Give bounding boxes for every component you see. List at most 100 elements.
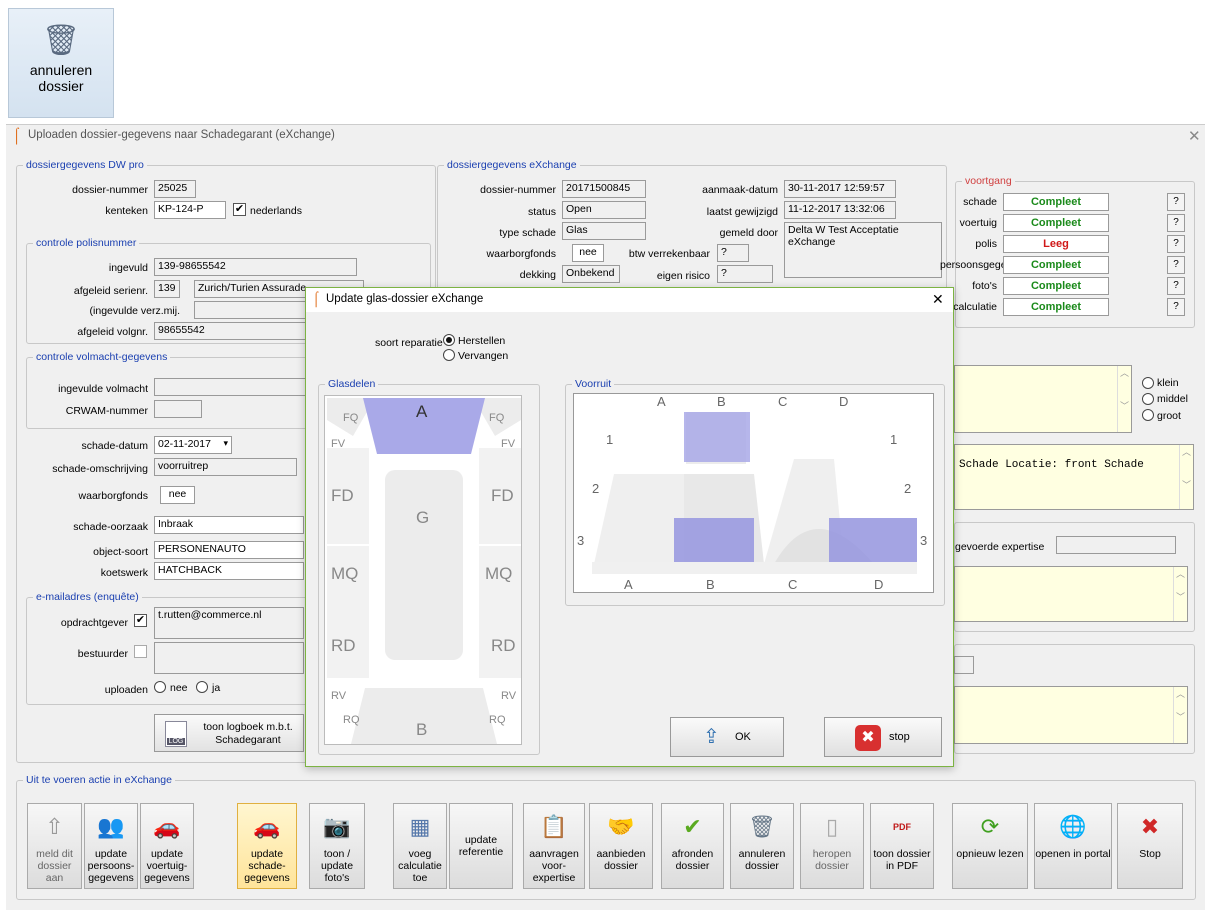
action-button-15[interactable]: 🌐 openen in portal	[1034, 803, 1112, 889]
schadedatum-value: 02-11-2017	[158, 438, 211, 450]
part-fd-left-label[interactable]: FD	[331, 486, 354, 506]
dash-shape	[592, 562, 917, 574]
oorzaak-field[interactable]: Inbraak	[154, 516, 304, 534]
right-memo-1[interactable]: ︿ ﹀	[954, 365, 1132, 433]
verzmij-label: (ingevulde verz.mij.	[89, 305, 180, 317]
uploaden-nee-radio[interactable]	[154, 681, 166, 693]
part-fv-right-label[interactable]: FV	[501, 438, 515, 450]
part-rd-right-label[interactable]: RD	[491, 636, 516, 656]
opdrachtgever-checkbox[interactable]: ✔	[134, 614, 147, 627]
omschrijving-label: schade-omschrijving	[52, 463, 148, 475]
action-button-8[interactable]: 📋 aanvragen voor-expertise	[523, 803, 585, 889]
voortgang-status: Compleet	[1003, 256, 1109, 274]
upload-icon: ⇪	[703, 726, 720, 748]
part-rd-left-label[interactable]: RD	[331, 636, 356, 656]
action-button-10[interactable]: ✔ afronden dossier	[661, 803, 724, 889]
annuleren-dossier-top-button[interactable]: 🗑 annuleren dossier	[8, 8, 114, 118]
action-button-4[interactable]: 🚗 update schade-gegevens	[237, 803, 297, 889]
schadedatum-field[interactable]: 02-11-2017 ▾	[154, 436, 232, 454]
part-fq-right-label[interactable]: FQ	[489, 412, 504, 424]
part-b-label[interactable]: B	[416, 720, 427, 740]
kenteken-field[interactable]: KP-124-P	[154, 201, 226, 219]
lower-right-memo[interactable]: ︿ ﹀	[954, 686, 1188, 744]
grid-2-right: 2	[904, 481, 912, 496]
action-label: update voertuig-gegevens	[144, 848, 190, 884]
waarborg-field[interactable]: nee	[160, 486, 195, 504]
action-button-1[interactable]: ⇧ meld dit dossier aan	[27, 803, 82, 889]
dw-dossiernummer-label: dossier-nummer	[72, 184, 148, 196]
middel-radio[interactable]	[1142, 393, 1154, 405]
action-button-14[interactable]: ⟳ opnieuw lezen	[952, 803, 1028, 889]
part-mq-right-label[interactable]: MQ	[485, 564, 512, 584]
omschrijving-field: voorruitrep	[154, 458, 297, 476]
memo3-scrollbar[interactable]: ︿ ﹀	[1173, 567, 1187, 621]
action-button-13[interactable]: PDF toon dossier in PDF	[870, 803, 934, 889]
part-a-label[interactable]: A	[416, 402, 427, 422]
date-dropdown-icon[interactable]: ▾	[223, 438, 228, 449]
action-button-11[interactable]: 🗑 annuleren dossier	[730, 803, 794, 889]
action-button-5[interactable]: 📷 toon / update foto's	[309, 803, 365, 889]
ok-button[interactable]: ⇪ OK	[670, 717, 784, 757]
type-label: type schade	[499, 227, 556, 239]
voortgang-help-button[interactable]: ?	[1167, 256, 1185, 274]
voorruit-shapes	[592, 412, 917, 574]
vervangen-radio[interactable]	[443, 349, 455, 361]
part-fd-right-label[interactable]: FD	[491, 486, 514, 506]
objectsoort-field[interactable]: PERSONENAUTO	[154, 541, 304, 559]
window-close-icon[interactable]: ✕	[1188, 127, 1201, 145]
part-rq-left-label[interactable]: RQ	[343, 714, 360, 726]
action-icon: 🚗	[253, 814, 281, 839]
dw-pro-legend: dossiergegevens DW pro	[23, 159, 147, 171]
bestuurder-checkbox[interactable]	[134, 645, 147, 658]
nederlands-checkbox[interactable]: ✔	[233, 203, 246, 216]
voortgang-help-button[interactable]: ?	[1167, 277, 1185, 295]
action-label: openen in portal	[1035, 848, 1111, 860]
action-button-12[interactable]: ▯ heropen dossier	[800, 803, 864, 889]
voortgang-help-button[interactable]: ?	[1167, 193, 1185, 211]
part-rv-right-label[interactable]: RV	[501, 690, 516, 702]
dialog-close-icon[interactable]: ✕	[932, 291, 944, 308]
herstellen-radio[interactable]	[443, 334, 455, 346]
schade-locatie-memo[interactable]: Schade Locatie: front Schade ︿ ﹀	[954, 444, 1194, 510]
uploaden-ja-radio[interactable]	[196, 681, 208, 693]
action-button-2[interactable]: 👥 update persoons-gegevens	[84, 803, 138, 889]
action-icon: 🚗	[153, 814, 181, 839]
part-g-label[interactable]: G	[416, 508, 429, 528]
action-button-6[interactable]: ▦ voeg calculatie toe	[393, 803, 447, 889]
part-mq-left-label[interactable]: MQ	[331, 564, 358, 584]
btw-field: ?	[717, 244, 749, 262]
expertise-memo[interactable]: ︿ ﹀	[954, 566, 1188, 622]
logboek-button[interactable]: LOG toon logboek m.b.t. Schadegarant	[154, 714, 304, 752]
bestuurder-field[interactable]	[154, 642, 304, 674]
voorruit-legend: Voorruit	[572, 378, 615, 390]
action-button-3[interactable]: 🚗 update voertuig-gegevens	[140, 803, 194, 889]
risico-label: eigen risico	[656, 270, 710, 282]
stop-button[interactable]: ✖ stop	[824, 717, 942, 757]
koetswerk-field[interactable]: HATCHBACK	[154, 562, 304, 580]
opdrachtgever-field[interactable]: t.rutten@commerce.nl	[154, 607, 304, 639]
voortgang-help-button[interactable]: ?	[1167, 214, 1185, 232]
window-title: Uploaden dossier-gegevens naar Schadegar…	[28, 129, 335, 141]
volmacht-label: ingevulde volmacht	[58, 383, 148, 395]
action-icon: 🗑	[748, 814, 776, 839]
memo4-scrollbar[interactable]: ︿ ﹀	[1173, 687, 1187, 743]
ex-waarborg-label: waarborgfonds	[486, 248, 556, 260]
action-button-7[interactable]: update referentie	[449, 803, 513, 889]
vervangen-label: Vervangen	[458, 350, 509, 362]
dekking-label: dekking	[519, 269, 556, 281]
action-button-16[interactable]: ✖ Stop	[1117, 803, 1183, 889]
ingevuld-label: ingevuld	[108, 262, 148, 274]
part-rq-right-label[interactable]: RQ	[489, 714, 506, 726]
memo1-scrollbar[interactable]: ︿ ﹀	[1117, 366, 1131, 432]
part-fv-left-label[interactable]: FV	[331, 438, 345, 450]
part-rv-left-label[interactable]: RV	[331, 690, 346, 702]
voortgang-help-button[interactable]: ?	[1167, 235, 1185, 253]
part-fq-left-label[interactable]: FQ	[343, 412, 358, 424]
voortgang-status: Compleet	[1003, 214, 1109, 232]
klein-radio[interactable]	[1142, 377, 1154, 389]
groot-radio[interactable]	[1142, 409, 1154, 421]
action-button-9[interactable]: 🤝 aanbieden dossier	[589, 803, 653, 889]
memo2-scrollbar[interactable]: ︿ ﹀	[1179, 445, 1193, 509]
voortgang-help-button[interactable]: ?	[1167, 298, 1185, 316]
voortgang-status: Compleet	[1003, 193, 1109, 211]
